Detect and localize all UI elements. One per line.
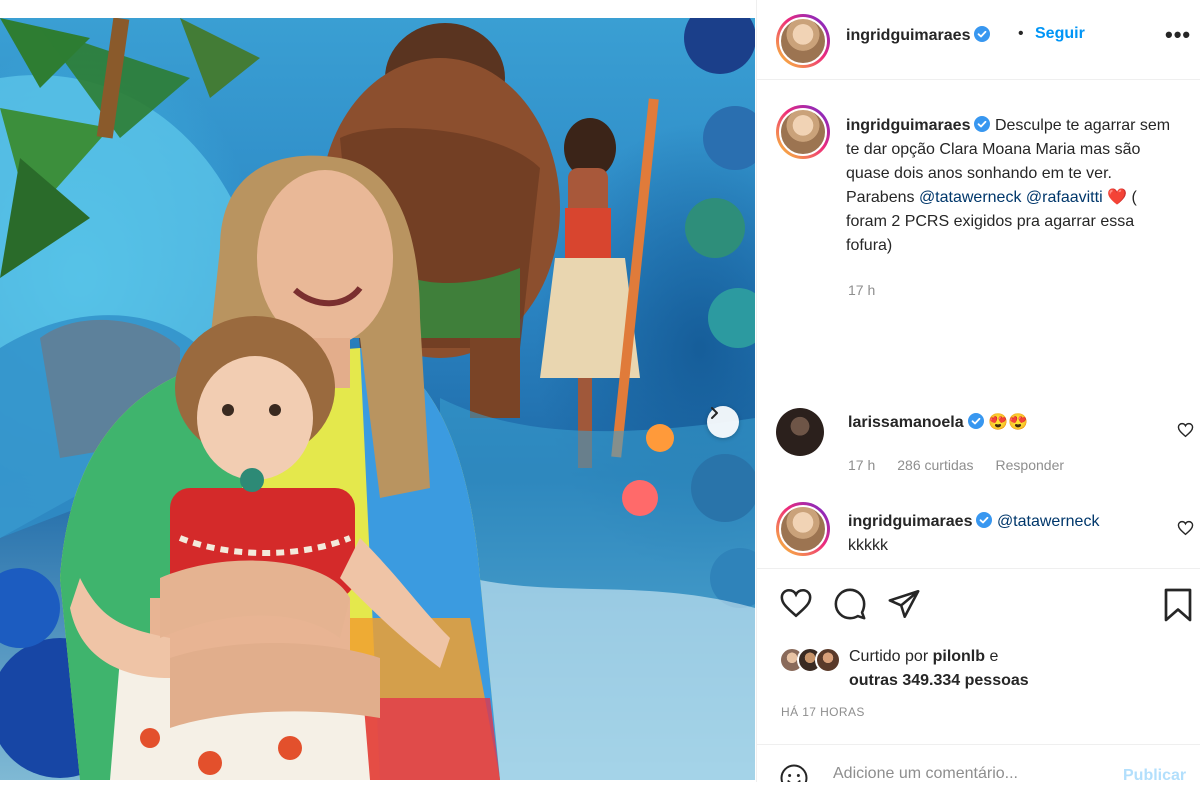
likes-text: Curtido por pilonlb e outras 349.334 pes… <box>849 645 1029 693</box>
heart-emoji: ❤️ <box>1107 189 1127 206</box>
comment-bubble-icon[interactable] <box>833 587 867 621</box>
bottom-crop-mask <box>0 782 1200 800</box>
comment-body: kkkkk <box>848 537 888 554</box>
chevron-right-icon <box>711 407 718 419</box>
follow-button[interactable]: Seguir <box>1035 25 1085 43</box>
reply-button[interactable]: Responder <box>996 457 1065 473</box>
post-timestamp[interactable]: HÁ 17 HORAS <box>781 705 865 719</box>
verified-badge-icon <box>967 413 984 429</box>
comment-like-heart-icon[interactable] <box>1177 422 1194 438</box>
comment-meta: 17 h 286 curtidas Responder <box>848 457 1064 473</box>
post-side-panel: ingridguimaraes • Seguir ••• ingridguima… <box>756 0 1200 800</box>
comment-input[interactable] <box>833 765 1093 783</box>
comment-timestamp[interactable]: 17 h <box>848 457 875 473</box>
likes-summary: Curtido por pilonlb e outras 349.334 pes… <box>779 645 1029 693</box>
author-username[interactable]: ingridguimaraes <box>846 26 991 45</box>
caption-author-username[interactable]: ingridguimaraes <box>846 116 991 134</box>
comment-like-heart-icon[interactable] <box>1177 520 1194 536</box>
bookmark-icon[interactable] <box>1162 587 1194 623</box>
verified-badge-icon <box>974 116 991 132</box>
caption-mention-rafaavitti[interactable]: @rafaavitti <box>1026 189 1103 206</box>
caption-timestamp[interactable]: 17 h <box>848 282 875 298</box>
caption-text: ingridguimaraes Desculpe te agarrar sem … <box>846 114 1176 258</box>
author-avatar[interactable] <box>776 14 830 68</box>
post-actions: Curtido por pilonlb e outras 349.334 pes… <box>757 568 1200 744</box>
comment-mention[interactable]: @tatawerneck <box>997 513 1100 530</box>
like-heart-icon[interactable] <box>779 587 813 619</box>
verified-badge-icon <box>974 26 991 42</box>
comment-likes-count[interactable]: 286 curtidas <box>897 457 973 473</box>
header-separator: • <box>1018 25 1024 42</box>
commenter-avatar[interactable] <box>776 502 830 556</box>
commenter-username[interactable]: larissamanoela <box>848 413 984 431</box>
more-options-button[interactable]: ••• <box>1165 22 1191 48</box>
next-photo-button[interactable] <box>707 406 739 438</box>
post-photo[interactable] <box>0 18 755 780</box>
comment-emoji: 😍😍 <box>988 414 1028 431</box>
share-direct-icon[interactable] <box>887 587 921 621</box>
comment-text: ingridguimaraes @tatawerneck kkkkk <box>848 510 1099 558</box>
photo-illustration <box>0 18 755 780</box>
liked-by-suffix: e <box>985 648 999 665</box>
caption-author-avatar[interactable] <box>776 105 830 159</box>
liked-by-prefix: Curtido por <box>849 648 933 665</box>
liker-avatar[interactable] <box>815 647 841 673</box>
others-likes-link[interactable]: outras 349.334 pessoas <box>849 672 1029 689</box>
commenter-username[interactable]: ingridguimaraes <box>848 512 993 530</box>
post-header: ingridguimaraes • Seguir ••• <box>757 0 1200 80</box>
verified-badge-icon <box>976 512 993 528</box>
commenter-avatar[interactable] <box>776 408 824 456</box>
liker-avatars <box>779 647 841 673</box>
liked-by-user-link[interactable]: pilonlb <box>933 648 985 665</box>
comment-text: larissamanoela 😍😍 <box>848 411 1028 435</box>
caption-mention-tatawerneck[interactable]: @tatawerneck <box>919 189 1022 206</box>
